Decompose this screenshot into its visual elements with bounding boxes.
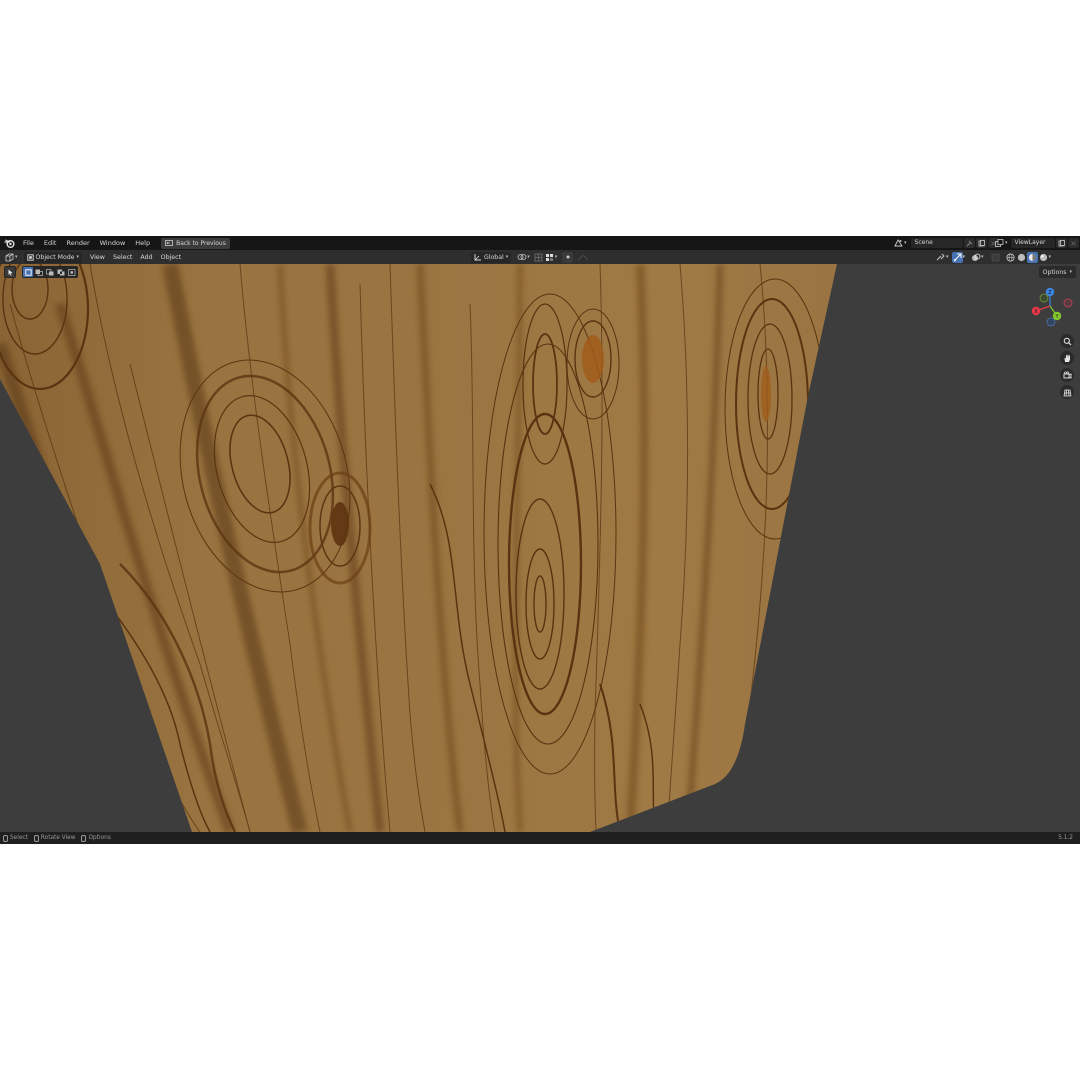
object-mode-icon: [26, 253, 34, 261]
3d-viewport[interactable]: [0, 264, 1080, 832]
chevron-down-icon[interactable]: ▾: [946, 254, 949, 260]
chevron-down-icon: ▾: [505, 254, 509, 260]
grid-icon: [1063, 389, 1071, 396]
viewport-header-center: Global ▾ ▾ ▾: [471, 251, 588, 263]
delete-view-layer-icon[interactable]: [1067, 238, 1079, 248]
hand-icon: [1064, 354, 1070, 362]
proportional-editing-icon[interactable]: [562, 251, 574, 263]
menu-edit[interactable]: Edit: [39, 236, 62, 250]
viewport-header-left: ▾ Object Mode ▾ View Select Add Object: [4, 251, 185, 263]
back-screen-icon: [165, 240, 173, 246]
scene-selector: ▾ Scene: [893, 237, 999, 249]
gizmo-neg-z[interactable]: [1046, 317, 1056, 327]
overlays-icon[interactable]: [970, 252, 981, 263]
viewport-menu-object[interactable]: Object: [157, 254, 186, 261]
view-layer-selector: ▾ ViewLayer: [994, 237, 1079, 249]
status-options-label: Options: [88, 835, 111, 841]
scene-name-field[interactable]: Scene: [910, 238, 963, 248]
gizmo-neg-x[interactable]: [1063, 298, 1073, 308]
new-scene-icon[interactable]: [975, 238, 987, 248]
status-select: Select: [3, 834, 28, 842]
material-preview-shading-icon[interactable]: [1026, 251, 1038, 263]
blender-window: File Edit Render Window Help Back to Pre…: [0, 236, 1080, 844]
camera-view-button[interactable]: [1060, 368, 1074, 382]
select-tool-icon[interactable]: [5, 267, 15, 277]
view-layer-name-field[interactable]: ViewLayer: [1010, 238, 1055, 248]
xray-toggle-icon[interactable]: [990, 252, 1001, 263]
chevron-down-icon[interactable]: ▾: [555, 254, 558, 260]
transform-orientation-dropdown[interactable]: Global ▾: [471, 251, 512, 263]
snap-toggle-icon[interactable]: [533, 252, 544, 263]
status-rotate-view-label: Rotate View: [40, 835, 76, 841]
gizmo-x-label: X: [1034, 309, 1038, 315]
scene-icon[interactable]: [893, 238, 904, 249]
status-options: Options: [81, 834, 111, 842]
chevron-down-icon[interactable]: ▾: [904, 240, 907, 246]
active-tool-box: [4, 266, 16, 278]
toggle-perspective-button[interactable]: [1060, 385, 1074, 399]
version-label: 5.1.2: [1058, 835, 1073, 841]
back-to-previous-label: Back to Previous: [176, 239, 226, 247]
gizmo-toggle-icon[interactable]: [951, 251, 963, 263]
object-mode-label: Object Mode: [35, 253, 75, 261]
proportional-falloff-icon[interactable]: [577, 252, 588, 263]
menu-file[interactable]: File: [18, 236, 39, 250]
intersect-selection-icon[interactable]: [67, 267, 77, 277]
solid-shading-icon[interactable]: [1016, 252, 1027, 263]
rendered-shading-icon[interactable]: [1038, 252, 1049, 263]
viewport-menu-view[interactable]: View: [86, 254, 109, 261]
object-mode-dropdown[interactable]: Object Mode ▾: [23, 251, 83, 263]
mouse-left-icon: [3, 834, 8, 842]
gizmo-neg-y[interactable]: [1039, 293, 1049, 303]
zoom-view-button[interactable]: [1060, 334, 1074, 348]
viewport-menu-select[interactable]: Select: [109, 254, 136, 261]
chevron-down-icon[interactable]: ▾: [1005, 240, 1008, 246]
view-layer-icon[interactable]: [994, 238, 1005, 249]
editor-type-icon[interactable]: [4, 252, 15, 263]
mouse-middle-icon: [33, 834, 39, 842]
orientation-axes-icon: [474, 254, 481, 261]
selection-mode-box: [22, 266, 78, 278]
chevron-down-icon[interactable]: ▾: [527, 254, 530, 260]
mouse-right-icon: [81, 834, 87, 842]
chevron-down-icon[interactable]: ▾: [1049, 254, 1052, 260]
chevron-down-icon: ▾: [1069, 269, 1072, 275]
status-select-label: Select: [10, 835, 28, 841]
pan-view-button[interactable]: [1060, 351, 1074, 365]
set-selection-icon[interactable]: [23, 267, 33, 277]
tool-settings-row: [4, 266, 78, 278]
top-menu-bar: File Edit Render Window Help Back to Pre…: [0, 236, 1080, 250]
invert-selection-icon[interactable]: [56, 267, 66, 277]
camera-icon: [1063, 370, 1071, 379]
menu-window[interactable]: Window: [95, 236, 131, 250]
new-view-layer-icon[interactable]: [1055, 238, 1067, 248]
wood-textured-plane: [0, 264, 837, 832]
options-label: Options: [1042, 268, 1067, 276]
options-dropdown[interactable]: Options ▾: [1038, 266, 1076, 278]
extend-selection-icon[interactable]: [34, 267, 44, 277]
status-rotate-view: Rotate View: [33, 834, 76, 842]
chevron-down-icon[interactable]: ▾: [963, 254, 966, 260]
pivot-point-icon[interactable]: [516, 252, 527, 263]
viewport-header: ▾ Object Mode ▾ View Select Add Object G…: [0, 250, 1080, 264]
menu-render[interactable]: Render: [61, 236, 94, 250]
chevron-down-icon[interactable]: ▾: [981, 254, 984, 260]
status-bar: Select Rotate View Options 5.1.2: [0, 832, 1080, 844]
navigation-gizmo[interactable]: Z X Y: [1030, 286, 1074, 330]
chevron-down-icon: ▾: [76, 254, 80, 260]
pin-icon[interactable]: [963, 238, 975, 248]
snap-target-icon[interactable]: [544, 252, 555, 263]
visibility-icon[interactable]: [935, 252, 946, 263]
gizmo-z-label: Z: [1048, 290, 1052, 296]
viewport-header-right: ▾ ▾ ▾ ▾: [935, 251, 1051, 263]
wireframe-shading-icon[interactable]: [1005, 252, 1016, 263]
back-to-previous-button[interactable]: Back to Previous: [161, 237, 230, 249]
subtract-selection-icon[interactable]: [45, 267, 55, 277]
menu-help[interactable]: Help: [130, 236, 155, 250]
chevron-down-icon[interactable]: ▾: [15, 254, 18, 260]
transform-orientation-label: Global: [484, 253, 504, 261]
viewport-menu-add[interactable]: Add: [136, 254, 156, 261]
blender-logo-icon[interactable]: [3, 238, 15, 248]
magnifier-icon: [1063, 337, 1071, 345]
